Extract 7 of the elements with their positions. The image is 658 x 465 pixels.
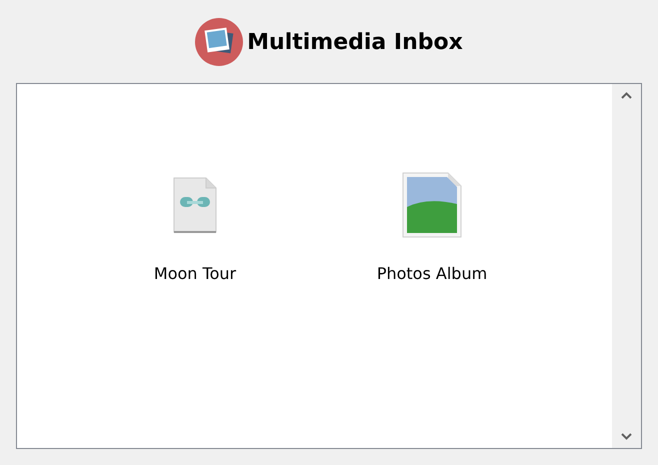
file-label[interactable]: Photos Album	[376, 264, 488, 283]
file-label[interactable]: Moon Tour	[154, 264, 236, 283]
window-title: Multimedia Inbox	[247, 30, 463, 54]
landscape-image-file-icon	[402, 172, 462, 238]
photos-logo-icon	[195, 18, 244, 66]
chain-link-file-icon	[172, 176, 218, 234]
scrollbar[interactable]	[612, 84, 641, 448]
